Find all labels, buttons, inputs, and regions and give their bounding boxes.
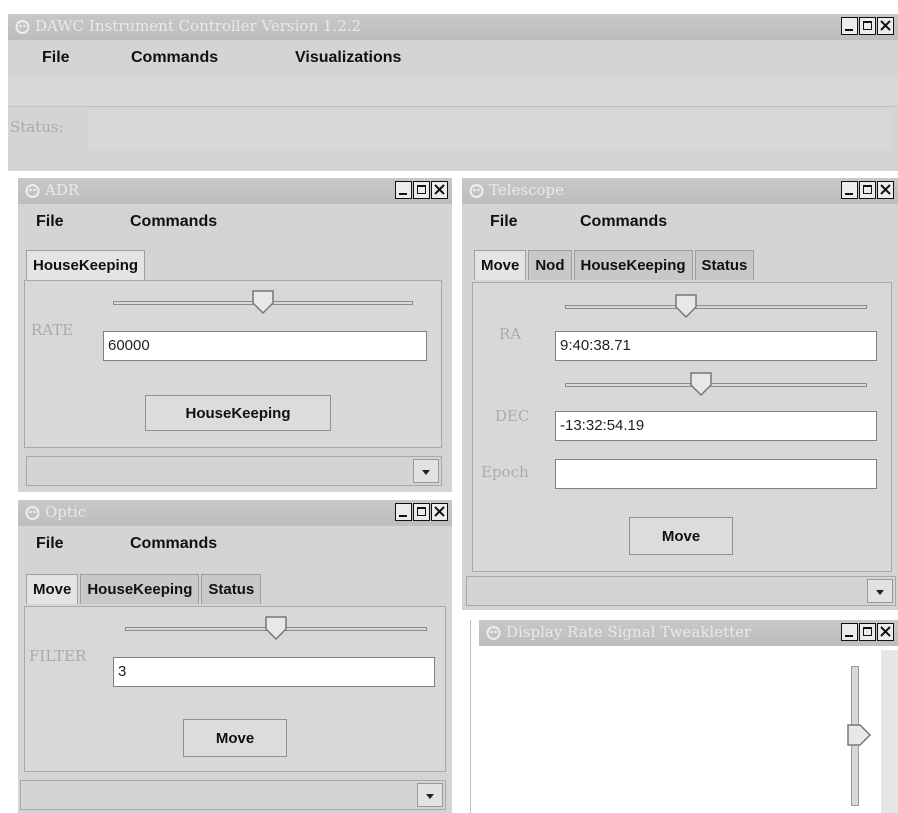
maximize-icon[interactable]	[859, 623, 876, 641]
telescope-ra-field[interactable]: 9:40:38.71	[555, 331, 877, 361]
adr-window: ADR File Commands HouseKeeping RATE 6000…	[18, 178, 452, 492]
adr-housekeeping-button[interactable]: HouseKeeping	[145, 395, 331, 431]
display-rate-window: Display Rate Signal Tweakletter	[470, 620, 898, 813]
adr-window-title: ADR	[45, 181, 80, 199]
main-window-title: DAWC Instrument Controller Version 1.2.2	[35, 17, 362, 35]
optic-tab-move[interactable]: Move	[26, 574, 79, 604]
telescope-ra-label: RA	[499, 325, 522, 343]
main-menu-commands[interactable]: Commands	[131, 49, 218, 67]
chevron-down-icon[interactable]	[413, 459, 439, 483]
telescope-move-button[interactable]: Move	[629, 517, 733, 555]
chevron-down-icon[interactable]	[867, 579, 893, 603]
telescope-tab-move[interactable]: Move	[474, 250, 527, 280]
telescope-dropdown[interactable]	[466, 576, 896, 606]
main-menu-visualizations[interactable]: Visualizations	[295, 49, 401, 67]
chevron-down-icon[interactable]	[417, 783, 443, 807]
optic-filter-field[interactable]: 3	[113, 657, 435, 687]
telescope-tab-status[interactable]: Status	[694, 250, 755, 280]
display-rate-window-title: Display Rate Signal Tweakletter	[506, 623, 752, 641]
display-rate-titlebar[interactable]: Display Rate Signal Tweakletter	[479, 620, 898, 646]
minimize-icon[interactable]	[395, 503, 412, 521]
main-window: DAWC Instrument Controller Version 1.2.2…	[8, 14, 898, 171]
minimize-icon[interactable]	[395, 181, 412, 199]
display-rate-side-strip	[881, 650, 898, 813]
telescope-tab-nod[interactable]: Nod	[528, 250, 572, 280]
optic-menu-commands[interactable]: Commands	[130, 535, 217, 553]
app-window-icon	[469, 184, 484, 198]
minimize-icon[interactable]	[841, 17, 858, 35]
telescope-dec-label: DEC	[495, 407, 530, 425]
telescope-menu-file[interactable]: File	[490, 213, 518, 231]
adr-menu-file[interactable]: File	[36, 213, 64, 231]
maximize-icon[interactable]	[859, 17, 876, 35]
close-icon[interactable]	[877, 181, 894, 199]
adr-tab-housekeeping[interactable]: HouseKeeping	[26, 250, 146, 280]
telescope-epoch-label: Epoch	[481, 463, 529, 481]
app-window-icon	[25, 506, 40, 520]
status-label: Status:	[10, 118, 64, 136]
slider-thumb-icon[interactable]	[689, 371, 713, 397]
telescope-window-title: Telescope	[489, 181, 564, 199]
close-icon[interactable]	[877, 623, 894, 641]
slider-thumb-icon[interactable]	[846, 723, 872, 749]
minimize-icon[interactable]	[841, 181, 858, 199]
telescope-dec-slider[interactable]	[565, 372, 867, 397]
app-window-icon	[25, 184, 40, 198]
adr-menu-commands[interactable]: Commands	[130, 213, 217, 231]
maximize-icon[interactable]	[413, 503, 430, 521]
slider-thumb-icon[interactable]	[264, 615, 288, 641]
optic-titlebar[interactable]: Optic	[18, 500, 452, 526]
optic-filter-label: FILTER	[29, 647, 87, 665]
minimize-icon[interactable]	[841, 623, 858, 641]
optic-window-title: Optic	[45, 503, 87, 521]
telescope-menu-commands[interactable]: Commands	[580, 213, 667, 231]
close-icon[interactable]	[877, 17, 894, 35]
slider-thumb-icon[interactable]	[674, 293, 698, 319]
adr-rate-label: RATE	[31, 321, 74, 339]
status-area	[88, 110, 892, 150]
main-titlebar[interactable]: DAWC Instrument Controller Version 1.2.2	[8, 14, 898, 40]
app-window-icon	[15, 20, 30, 34]
app-window-icon	[486, 626, 501, 640]
display-rate-plot-area	[479, 650, 841, 810]
close-icon[interactable]	[431, 503, 448, 521]
adr-tab-panel: RATE 60000 HouseKeeping	[24, 280, 442, 448]
optic-tab-housekeeping[interactable]: HouseKeeping	[80, 574, 200, 604]
telescope-tab-panel: RA 9:40:38.71 DEC -13:32:54.19 Epoch Mov…	[472, 282, 892, 572]
optic-tab-status[interactable]: Status	[201, 574, 262, 604]
telescope-titlebar[interactable]: Telescope	[462, 178, 898, 204]
optic-tab-panel: FILTER 3 Move	[24, 606, 446, 772]
telescope-tab-housekeeping[interactable]: HouseKeeping	[573, 250, 693, 280]
close-icon[interactable]	[431, 181, 448, 199]
main-toolbar-area	[8, 76, 898, 107]
optic-filter-slider[interactable]	[125, 616, 427, 641]
main-menu-file[interactable]: File	[42, 49, 70, 67]
optic-menu-file[interactable]: File	[36, 535, 64, 553]
optic-dropdown[interactable]	[20, 780, 446, 810]
telescope-ra-slider[interactable]	[565, 294, 867, 319]
adr-titlebar[interactable]: ADR	[18, 178, 452, 204]
optic-window: Optic File Commands Move HouseKeeping St…	[18, 500, 452, 813]
telescope-window: Telescope File Commands Move Nod HouseKe…	[462, 178, 898, 610]
maximize-icon[interactable]	[413, 181, 430, 199]
adr-dropdown[interactable]	[26, 456, 442, 486]
adr-rate-field[interactable]: 60000	[103, 331, 427, 361]
telescope-epoch-field[interactable]	[555, 459, 877, 489]
adr-rate-slider[interactable]	[113, 290, 413, 315]
display-rate-vertical-slider[interactable]	[847, 666, 872, 806]
maximize-icon[interactable]	[859, 181, 876, 199]
optic-move-button[interactable]: Move	[183, 719, 287, 757]
telescope-dec-field[interactable]: -13:32:54.19	[555, 411, 877, 441]
slider-thumb-icon[interactable]	[251, 289, 275, 315]
